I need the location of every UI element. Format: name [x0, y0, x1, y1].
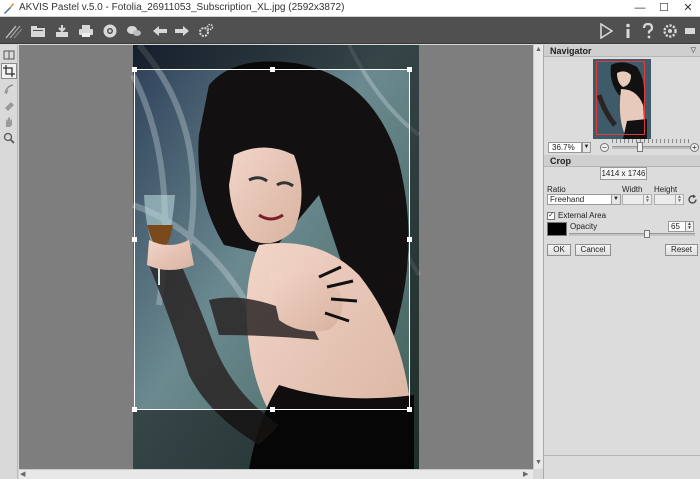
- panel-footer: [544, 455, 700, 479]
- before-after-icon[interactable]: [1, 47, 17, 63]
- help-icon[interactable]: [638, 21, 658, 40]
- panel-toggle-icon[interactable]: [680, 21, 700, 40]
- image-canvas[interactable]: [19, 45, 533, 469]
- minimize-button[interactable]: —: [628, 0, 652, 17]
- run-icon[interactable]: [596, 21, 616, 40]
- spin-arrows-icon: ▲ ▼: [643, 195, 651, 204]
- stroke-direction-icon[interactable]: [1, 81, 17, 97]
- vertical-scrollbar[interactable]: ▲ ▼: [533, 45, 543, 469]
- spin-arrows-icon: ▲ ▼: [675, 195, 683, 204]
- close-button[interactable]: ✕: [676, 0, 700, 17]
- title-bar: AKVIS Pastel v.5.0 - Fotolia_26911053_Su…: [0, 0, 700, 17]
- ok-button[interactable]: OK: [547, 244, 571, 256]
- zoom-in-button[interactable]: +: [690, 143, 699, 152]
- external-area-color[interactable]: [547, 222, 567, 236]
- app-brush-icon: [4, 3, 14, 14]
- undo-icon[interactable]: [150, 21, 170, 40]
- opacity-slider[interactable]: [569, 233, 695, 236]
- redo-icon[interactable]: [172, 21, 192, 40]
- share-icon[interactable]: [100, 21, 120, 40]
- print-icon[interactable]: [76, 21, 96, 40]
- eraser-icon[interactable]: [1, 97, 17, 113]
- collapse-arrow-icon[interactable]: ▽: [691, 45, 696, 57]
- settings-panel: Navigator ▽ 36.7% ▼ − + Crop 1414 x 1746…: [543, 45, 700, 479]
- preferences-icon[interactable]: [660, 21, 680, 40]
- ratio-label: Ratio: [547, 185, 566, 194]
- cancel-button[interactable]: Cancel: [575, 244, 611, 256]
- external-area-label: External Area: [558, 211, 607, 220]
- zoom-slider-ticks: [612, 139, 690, 143]
- navigator-title: Navigator: [550, 46, 592, 56]
- photo-with-crop-frame: [130, 45, 421, 469]
- brush-logo-icon: [3, 21, 25, 40]
- chevron-down-icon: ▼: [611, 195, 620, 204]
- crop-title: Crop: [550, 156, 571, 166]
- zoom-dropdown[interactable]: ▼: [582, 142, 591, 153]
- navigator-view-frame[interactable]: [596, 61, 645, 135]
- width-spinner[interactable]: ▲ ▼: [622, 194, 652, 205]
- window-title: AKVIS Pastel v.5.0 - Fotolia_26911053_Su…: [19, 2, 345, 13]
- zoom-tool-icon[interactable]: [1, 130, 17, 146]
- horizontal-scrollbar[interactable]: ◀ ▶: [19, 469, 533, 479]
- scroll-right-icon[interactable]: ▶: [523, 470, 528, 479]
- scroll-down-icon[interactable]: ▼: [535, 458, 542, 468]
- maximize-button[interactable]: ☐: [652, 0, 676, 17]
- hand-tool-icon[interactable]: [1, 114, 17, 130]
- ratio-value: Freehand: [550, 195, 585, 204]
- crop-size-readout: 1414 x 1746: [600, 167, 647, 180]
- opacity-value: 65: [671, 222, 680, 231]
- navigator-preview[interactable]: [593, 59, 651, 139]
- opacity-slider-thumb[interactable]: [644, 230, 650, 238]
- zoom-slider[interactable]: [612, 146, 690, 149]
- zoom-slider-thumb[interactable]: [637, 142, 643, 152]
- reset-button[interactable]: Reset: [665, 244, 698, 256]
- scroll-up-icon[interactable]: ▲: [535, 45, 542, 55]
- scroll-left-icon[interactable]: ◀: [20, 470, 25, 479]
- crop-header: Crop: [544, 155, 700, 167]
- opacity-label: Opacity: [570, 222, 598, 231]
- zoom-out-button[interactable]: −: [600, 143, 609, 152]
- width-label: Width: [622, 185, 643, 194]
- open-icon[interactable]: [28, 21, 48, 40]
- zoom-input[interactable]: 36.7%: [548, 142, 582, 153]
- height-spinner[interactable]: ▲ ▼: [654, 194, 684, 205]
- external-area-checkbox[interactable]: ✓: [547, 212, 555, 220]
- tools-column: [0, 45, 18, 479]
- settings-gear-icon[interactable]: [196, 21, 216, 40]
- ratio-select[interactable]: Freehand ▼: [547, 194, 621, 205]
- height-label: Height: [654, 185, 678, 194]
- navigator-header: Navigator ▽: [544, 45, 700, 57]
- save-icon[interactable]: [52, 21, 72, 40]
- batch-icon[interactable]: [124, 21, 144, 40]
- info-icon[interactable]: [618, 21, 638, 40]
- spin-arrows-icon: ▲ ▼: [685, 222, 693, 231]
- opacity-input[interactable]: 65 ▲ ▼: [668, 221, 694, 232]
- crop-tool-icon[interactable]: [1, 63, 17, 79]
- swap-orientation-icon[interactable]: [687, 194, 698, 205]
- toolbar: [0, 17, 700, 44]
